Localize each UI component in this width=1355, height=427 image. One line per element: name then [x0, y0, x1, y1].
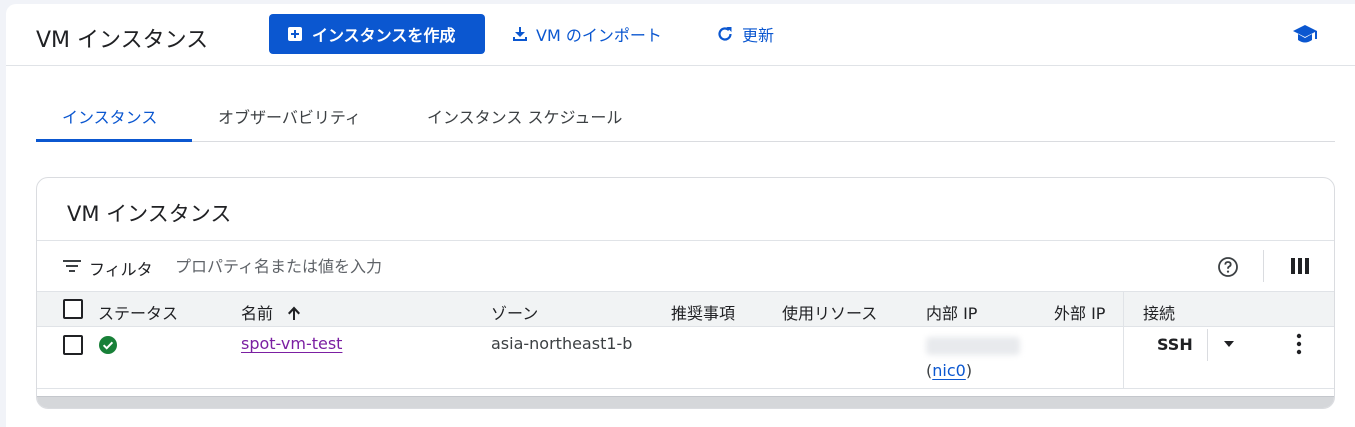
create-instance-button[interactable]: インスタンスを作成	[269, 14, 485, 54]
tab-bar: インスタンス オブザーバビリティ インスタンス スケジュール	[36, 92, 1335, 142]
instance-zone: asia-northeast1-b	[491, 334, 633, 353]
instance-name-link[interactable]: spot-vm-test	[241, 334, 342, 353]
nic-link[interactable]: nic0	[932, 361, 966, 380]
horizontal-scrollbar[interactable]	[37, 396, 1334, 408]
filter-icon[interactable]	[63, 259, 81, 273]
column-header-zone[interactable]: ゾーン	[491, 300, 538, 324]
vm-instances-card: VM インスタンス フィルタ ステータス	[36, 177, 1335, 409]
page-header: VM インスタンス インスタンスを作成 VM のインポート 更新	[6, 4, 1355, 66]
tab-instances[interactable]: インスタンス	[62, 104, 157, 128]
import-vm-button[interactable]: VM のインポート	[512, 14, 662, 54]
add-box-icon	[288, 27, 302, 41]
column-header-recommendations[interactable]: 推奨事項	[671, 300, 735, 324]
page: VM インスタンス インスタンスを作成 VM のインポート 更新 インスタンス …	[6, 4, 1355, 427]
ssh-button[interactable]: SSH	[1157, 335, 1193, 354]
column-header-external-ip[interactable]: 外部 IP	[1054, 300, 1105, 324]
tab-observability[interactable]: オブザーバビリティ	[218, 104, 361, 128]
create-instance-label: インスタンスを作成	[312, 26, 456, 45]
ssh-dropdown-caret-icon[interactable]	[1224, 341, 1234, 347]
column-display-icon[interactable]	[1291, 258, 1309, 274]
help-icon[interactable]	[1217, 256, 1239, 278]
download-icon	[513, 27, 527, 41]
refresh-label: 更新	[742, 26, 775, 45]
status-running-icon	[99, 336, 117, 354]
learn-school-icon[interactable]	[1292, 24, 1318, 46]
column-header-connect[interactable]: 接続	[1143, 300, 1175, 324]
filter-bar: フィルタ	[37, 240, 1334, 291]
internal-ip-nic: (nic0)	[926, 361, 973, 380]
card-title: VM インスタンス	[67, 202, 232, 226]
column-divider	[1123, 327, 1124, 389]
refresh-icon	[718, 27, 732, 41]
internal-ip-redacted	[926, 337, 1020, 355]
column-header-in-use-by[interactable]: 使用リソース	[782, 300, 877, 324]
column-divider	[1123, 292, 1124, 328]
import-vm-label: VM のインポート	[536, 26, 662, 45]
filter-input[interactable]	[175, 253, 775, 279]
column-header-status[interactable]: ステータス	[98, 300, 178, 324]
page-title: VM インスタンス	[36, 28, 209, 53]
column-header-name-label: 名前	[241, 304, 274, 323]
column-header-internal-ip[interactable]: 内部 IP	[926, 300, 977, 324]
select-all-checkbox[interactable]	[63, 299, 83, 319]
row-select-checkbox[interactable]	[63, 335, 83, 355]
more-actions-icon[interactable]	[1294, 333, 1304, 355]
active-tab-indicator	[36, 139, 192, 142]
filter-label: フィルタ	[89, 260, 153, 279]
tab-instance-schedules[interactable]: インスタンス スケジュール	[427, 104, 622, 128]
filter-divider	[1263, 250, 1264, 282]
table-header: ステータス 名前 ゾーン 推奨事項 使用リソース 内部 IP 外部 IP 接続	[37, 291, 1334, 328]
ssh-divider	[1207, 329, 1208, 361]
refresh-button[interactable]: 更新	[716, 14, 774, 54]
sort-ascending-icon	[288, 306, 301, 320]
table-row: spot-vm-test asia-northeast1-b (nic0) SS…	[37, 327, 1334, 389]
column-header-name[interactable]: 名前	[241, 300, 302, 324]
